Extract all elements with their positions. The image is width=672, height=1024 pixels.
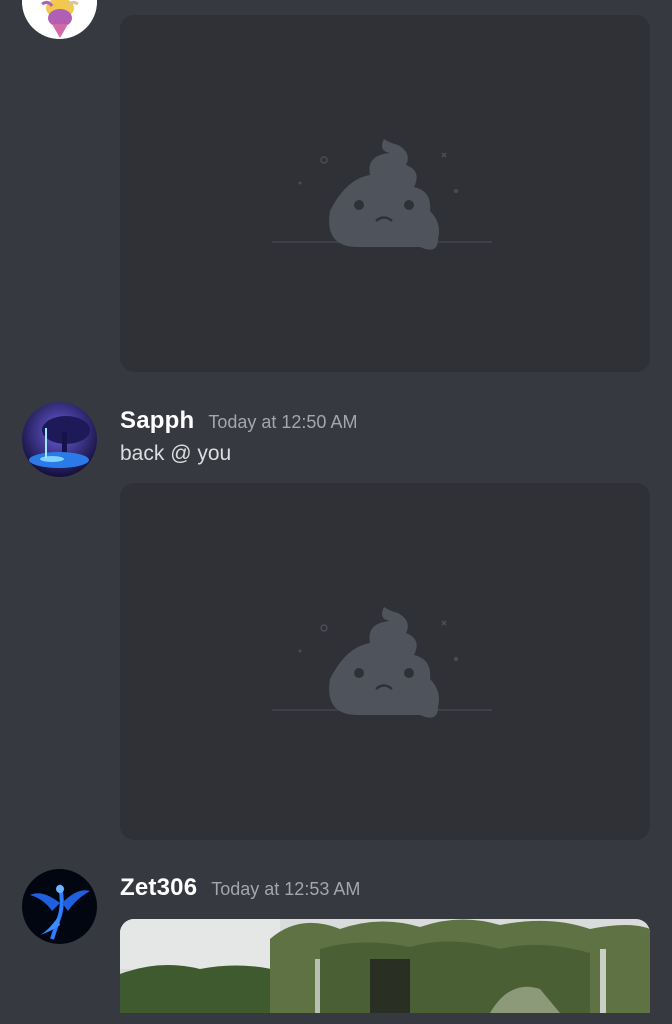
blue-phoenix-avatar-icon	[22, 869, 97, 944]
user-avatar[interactable]	[22, 402, 97, 477]
composer-edge	[0, 1013, 672, 1024]
image-attachment-failed[interactable]	[120, 483, 650, 840]
sad-poop-placeholder-icon	[329, 607, 439, 718]
image-attachment[interactable]	[120, 919, 650, 1013]
timestamp: Today at 12:50 AM	[208, 412, 358, 432]
sad-poop-placeholder-icon	[329, 139, 439, 250]
image-attachment-failed[interactable]	[120, 15, 650, 372]
timestamp: Today at 12:53 AM	[211, 879, 361, 899]
night-forest-avatar-icon	[22, 402, 97, 477]
user-avatar[interactable]	[22, 0, 97, 39]
partial-avatar-icon	[22, 0, 97, 39]
username[interactable]: Sapph	[120, 407, 194, 434]
user-avatar[interactable]	[22, 869, 97, 944]
trees-photo-icon	[120, 919, 650, 1013]
username[interactable]: Zet306	[120, 874, 197, 901]
message-content: back @ you	[120, 442, 232, 465]
